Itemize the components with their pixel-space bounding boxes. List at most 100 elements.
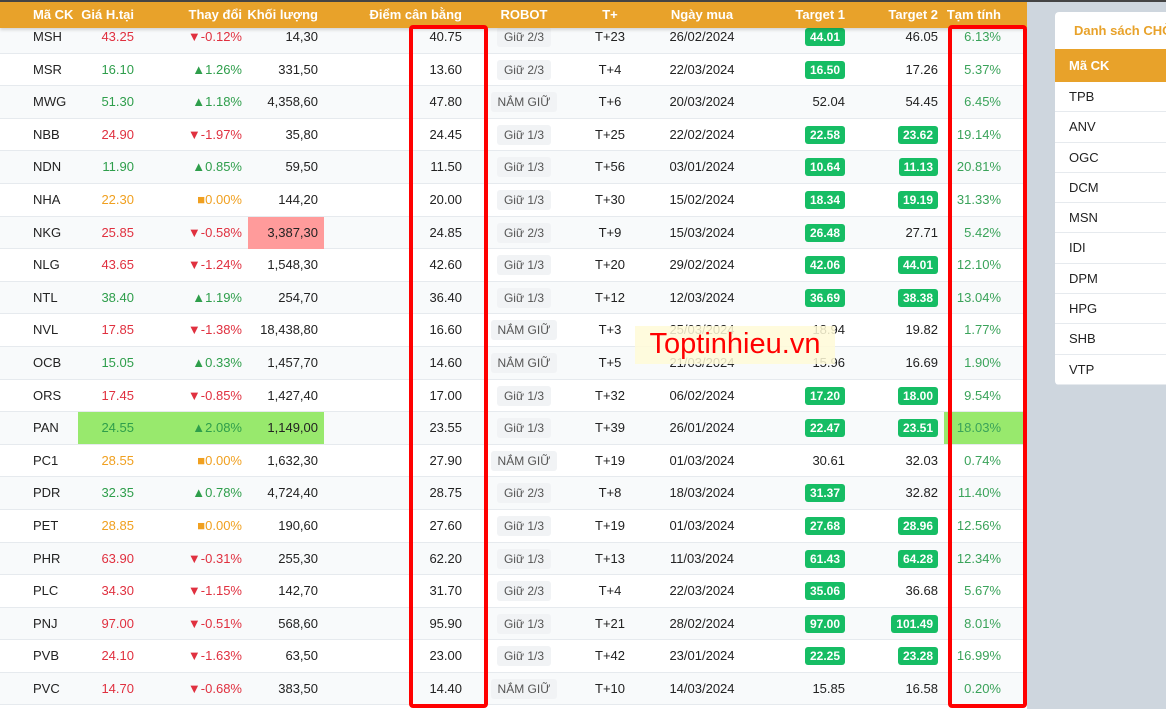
- change: ▲0.78%: [140, 477, 248, 509]
- col-thaydoi[interactable]: Thay đổi: [189, 2, 242, 28]
- price: 43.65: [101, 257, 134, 273]
- col-t2[interactable]: Target 2: [888, 2, 938, 28]
- volume: 35,80: [285, 126, 318, 142]
- table-row[interactable]: PLC 34.30 ▼-1.15% 142,70 31.70 Giữ 2/3 T…: [0, 575, 1027, 608]
- down-arrow-icon: ▼: [187, 387, 201, 403]
- down-arrow-icon: ▼: [187, 583, 201, 599]
- robot-cell: Giữ 1/3: [474, 380, 574, 412]
- ticker[interactable]: PLC: [33, 575, 58, 607]
- waiting-list-item[interactable]: MSN: [1055, 203, 1166, 234]
- ticker[interactable]: PAN: [33, 412, 59, 444]
- target2: 16.58: [850, 673, 938, 705]
- col-ngay[interactable]: Ngày mua: [644, 2, 760, 28]
- ticker[interactable]: NTL: [33, 282, 58, 314]
- ticker[interactable]: NLG: [33, 249, 60, 281]
- volume: 1,149,00: [248, 412, 324, 445]
- waiting-list-item[interactable]: HPG: [1055, 294, 1166, 325]
- change-value: 2.08%: [205, 420, 242, 436]
- table-row[interactable]: PC1 28.55 ■0.00% 1,632,30 27.90 NẮM GIỮ …: [0, 445, 1027, 478]
- table-row[interactable]: MSR 16.10 ▲1.26% 331,50 13.60 Giữ 2/3 T+…: [0, 54, 1027, 87]
- target2-value: 54.45: [905, 94, 938, 110]
- table-row[interactable]: NDN 11.90 ▲0.85% 59,50 11.50 Giữ 1/3 T+5…: [0, 151, 1027, 184]
- ticker[interactable]: MSR: [33, 54, 62, 86]
- price: 14.70: [101, 680, 134, 696]
- ticker[interactable]: PDR: [33, 477, 60, 509]
- ticker[interactable]: ORS: [33, 380, 61, 412]
- table-row[interactable]: NVL 17.85 ▼-1.38% 18,438,80 16.60 NẮM GI…: [0, 314, 1027, 347]
- table-row[interactable]: MWG 51.30 ▲1.18% 4,358,60 47.80 NẮM GIỮ …: [0, 86, 1027, 119]
- ticker[interactable]: PVC: [33, 673, 60, 705]
- price: 51.30: [101, 94, 134, 110]
- table-row[interactable]: ORS 17.45 ▼-0.85% 1,427,40 17.00 Giữ 1/3…: [0, 380, 1027, 413]
- table-row[interactable]: NLG 43.65 ▼-1.24% 1,548,30 42.60 Giữ 1/3…: [0, 249, 1027, 282]
- target1: 97.00: [760, 608, 845, 640]
- down-arrow-icon: ▼: [187, 680, 201, 696]
- table-row[interactable]: PDR 32.35 ▲0.78% 4,724,40 28.75 Giữ 2/3 …: [0, 477, 1027, 510]
- waiting-list-item[interactable]: ANV: [1055, 112, 1166, 143]
- robot-status: Giữ 1/3: [496, 548, 552, 569]
- ticker[interactable]: PNJ: [33, 608, 58, 640]
- waiting-list-item[interactable]: OGC: [1055, 143, 1166, 173]
- col-ma[interactable]: Mã CK: [33, 2, 73, 28]
- ticker[interactable]: NDN: [33, 151, 61, 183]
- waiting-list-item[interactable]: SHB: [1055, 324, 1166, 355]
- robot-cell: Giữ 1/3: [474, 184, 574, 216]
- target2: 54.45: [850, 86, 938, 118]
- waiting-list-item[interactable]: TPB: [1055, 82, 1166, 113]
- target2-badge: 101.49: [891, 614, 938, 633]
- ticker[interactable]: NBB: [33, 119, 60, 151]
- change: ▼-0.31%: [140, 543, 248, 575]
- change-value: 0.00%: [205, 452, 242, 468]
- table-row[interactable]: OCB 15.05 ▲0.33% 1,457,70 14.60 NẮM GIỮ …: [0, 346, 1027, 380]
- target2: 11.13: [850, 151, 938, 183]
- table-row[interactable]: NBB 24.90 ▼-1.97% 35,80 24.45 Giữ 1/3 T+…: [0, 119, 1027, 152]
- target2: 27.71: [850, 217, 938, 249]
- ticker[interactable]: PET: [33, 510, 58, 542]
- target1-badge: 22.47: [804, 419, 845, 438]
- ticker[interactable]: MWG: [33, 86, 66, 118]
- ticker[interactable]: NVL: [33, 314, 58, 346]
- target2: 19.82: [850, 314, 938, 346]
- table-row[interactable]: NTL 38.40 ▲1.19% 254,70 36.40 Giữ 1/3 T+…: [0, 281, 1027, 315]
- target1: 22.47: [760, 412, 845, 444]
- ticker[interactable]: NHA: [33, 184, 60, 216]
- col-robot[interactable]: ROBOT: [474, 2, 574, 28]
- waiting-list-item[interactable]: DCM: [1055, 173, 1166, 204]
- col-gia[interactable]: Giá H.tại: [81, 2, 134, 28]
- table-row[interactable]: PHR 63.90 ▼-0.31% 255,30 62.20 Giữ 1/3 T…: [0, 542, 1027, 576]
- ticker[interactable]: NKG: [33, 217, 61, 249]
- ticker[interactable]: PHR: [33, 543, 60, 575]
- robot-status: Giữ 1/3: [496, 189, 552, 210]
- col-t1[interactable]: Target 1: [795, 2, 845, 28]
- target2-badge: 44.01: [897, 256, 938, 275]
- col-kl[interactable]: Khối lượng: [247, 2, 318, 28]
- waiting-list-item[interactable]: DPM: [1055, 264, 1166, 295]
- col-t[interactable]: T+: [576, 2, 644, 28]
- target2: 17.26: [850, 54, 938, 86]
- table-row[interactable]: PNJ 97.00 ▼-0.51% 568,60 95.90 Giữ 1/3 T…: [0, 607, 1027, 641]
- ticker[interactable]: PVB: [33, 640, 59, 672]
- flat-arrow-icon: ■: [197, 517, 206, 533]
- table-row[interactable]: PVC 14.70 ▼-0.68% 383,50 14.40 NẮM GIỮ T…: [0, 672, 1027, 706]
- change-value: 0.00%: [205, 191, 242, 207]
- target2-value: 36.68: [905, 583, 938, 599]
- change-value: -0.51%: [200, 615, 242, 631]
- ticker[interactable]: PC1: [33, 445, 58, 477]
- table-row[interactable]: PVB 24.10 ▼-1.63% 63,50 23.00 Giữ 1/3 T+…: [0, 640, 1027, 673]
- ticker[interactable]: OCB: [33, 347, 61, 379]
- volume: 3,387,30: [248, 216, 324, 249]
- robot-cell: Giữ 2/3: [474, 575, 574, 607]
- waiting-list-item[interactable]: IDI: [1055, 233, 1166, 264]
- table-row[interactable]: PAN 24.55 ▲2.08% 1,149,00 23.55 Giữ 1/3 …: [0, 412, 1027, 445]
- table-row[interactable]: NKG 25.85 ▼-0.58% 3,387,30 24.85 Giữ 2/3…: [0, 216, 1027, 250]
- table-row[interactable]: NHA 22.30 ■0.00% 144,20 20.00 Giữ 1/3 T+…: [0, 184, 1027, 217]
- change: ■0.00%: [140, 510, 248, 542]
- table-row[interactable]: PET 28.85 ■0.00% 190,60 27.60 Giữ 1/3 T+…: [0, 510, 1027, 543]
- buy-date: 14/03/2024: [669, 680, 735, 696]
- target1-badge: 17.20: [804, 386, 845, 405]
- waiting-list-item[interactable]: VTP: [1055, 355, 1166, 385]
- target1-badge: 36.69: [804, 288, 845, 307]
- volume: 142,70: [278, 583, 318, 599]
- volume: 144,20: [278, 191, 318, 207]
- robot-status: Giữ 1/3: [496, 646, 552, 667]
